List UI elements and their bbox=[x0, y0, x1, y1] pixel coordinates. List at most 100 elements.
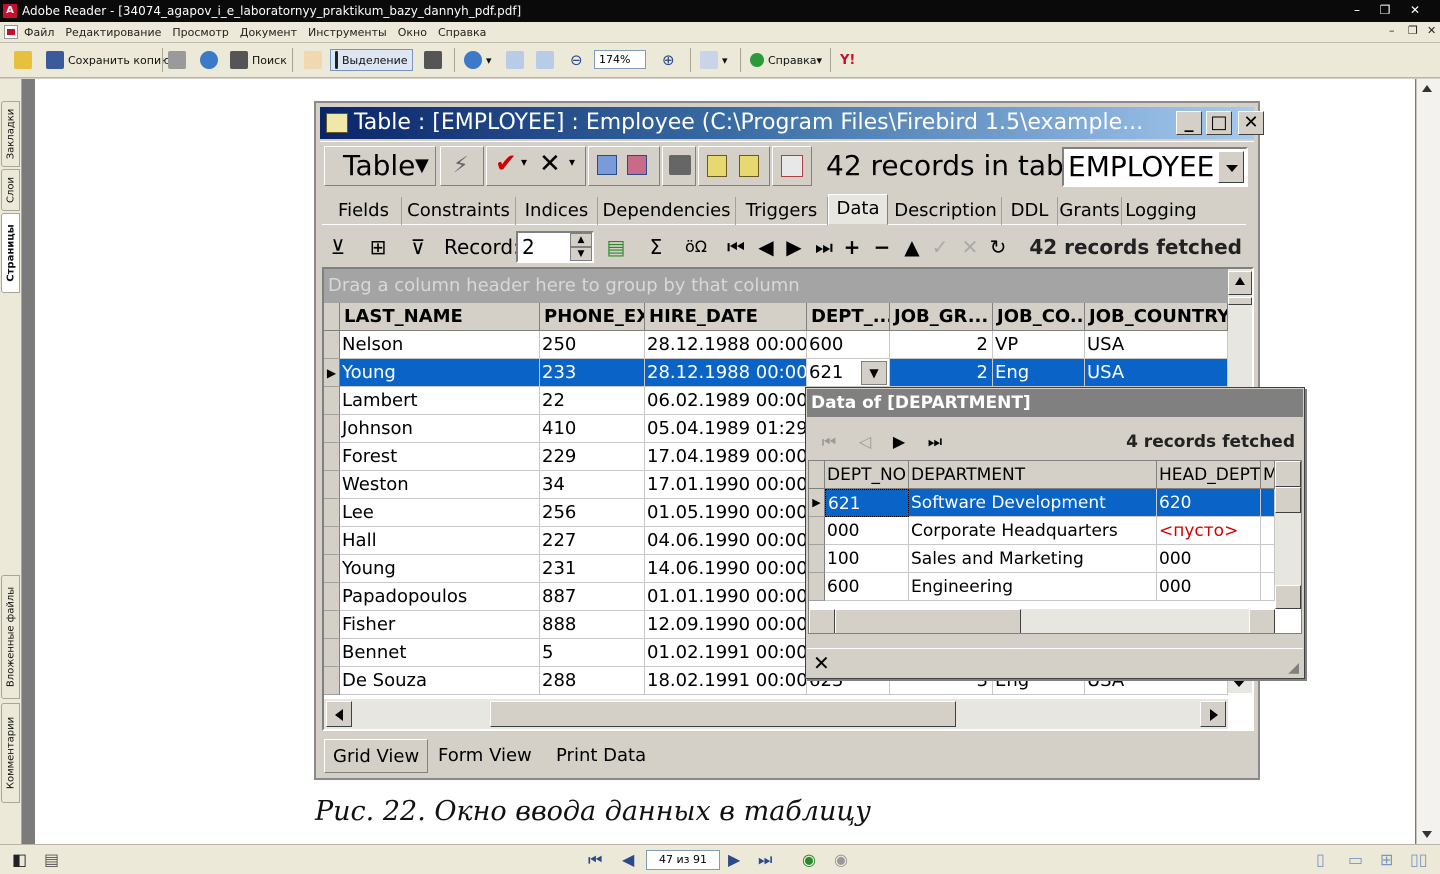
table-cell[interactable]: 288 bbox=[540, 667, 645, 695]
table-cell[interactable]: Hall bbox=[340, 527, 540, 555]
table-filter-icon[interactable]: ⊞ bbox=[366, 235, 390, 259]
popup-cell[interactable] bbox=[1261, 517, 1275, 545]
table-cell[interactable]: 2 bbox=[890, 359, 993, 387]
table-cell[interactable]: Papadopoulos bbox=[340, 583, 540, 611]
delete-record-icon[interactable]: − bbox=[870, 235, 894, 259]
popup-cell[interactable]: 600 bbox=[825, 573, 909, 601]
tab-form-view[interactable]: Form View bbox=[430, 739, 540, 773]
close-button[interactable]: ✕ bbox=[1402, 1, 1428, 20]
last-record-icon[interactable]: ⏭ bbox=[812, 235, 836, 259]
last-page-icon[interactable]: ⏭ bbox=[758, 851, 772, 869]
tab-logging[interactable]: Logging bbox=[1122, 197, 1200, 225]
table-cell[interactable]: 410 bbox=[540, 415, 645, 443]
grid-icon[interactable] bbox=[597, 155, 617, 175]
tab-bookmarks[interactable]: Закладки bbox=[1, 101, 20, 167]
chevron-down-icon[interactable] bbox=[1218, 151, 1244, 183]
cancel-edit-icon[interactable]: ✕ bbox=[958, 235, 982, 259]
table-cell[interactable]: 12.09.1990 00:00 bbox=[645, 611, 807, 639]
hand-tool-button[interactable] bbox=[304, 49, 326, 71]
table-cell[interactable]: USA bbox=[1085, 331, 1228, 359]
tab-attachments[interactable]: Вложенные файлы bbox=[1, 575, 20, 699]
single-page-icon[interactable]: ▯ bbox=[1316, 851, 1325, 869]
facing-icon[interactable]: ⊞ bbox=[1380, 851, 1393, 869]
select-tool-button[interactable]: Выделение bbox=[330, 49, 413, 71]
popup-cell[interactable]: 621 bbox=[825, 489, 909, 517]
help-button[interactable]: Справка ▾ bbox=[750, 49, 822, 71]
prior-record-icon[interactable]: ◀ bbox=[754, 235, 778, 259]
document-scrollbar[interactable] bbox=[1416, 79, 1440, 844]
table-cell[interactable]: 01.05.1990 00:00 bbox=[645, 499, 807, 527]
table-cell[interactable]: 233 bbox=[540, 359, 645, 387]
blob-icon[interactable]: öΩ bbox=[684, 235, 708, 259]
prior-record-icon[interactable]: ◁ bbox=[853, 430, 877, 454]
table-cell[interactable]: 231 bbox=[540, 555, 645, 583]
open-button[interactable] bbox=[14, 49, 36, 71]
column-header[interactable]: LAST_NAME bbox=[340, 303, 540, 331]
popup-column-header[interactable]: HEAD_DEPT bbox=[1157, 461, 1261, 489]
table-cell[interactable]: Johnson bbox=[340, 415, 540, 443]
doc-restore-icon[interactable]: ❐ bbox=[1408, 24, 1418, 37]
lookup-dropdown-button[interactable]: ▼ bbox=[861, 361, 887, 385]
popup-cell[interactable]: Corporate Headquarters bbox=[909, 517, 1157, 545]
doc-minimize-icon[interactable]: – bbox=[1389, 24, 1395, 37]
scroll-thumb[interactable] bbox=[835, 609, 1021, 633]
edit-record-icon[interactable]: ▲ bbox=[900, 235, 924, 259]
rollback-icon[interactable]: ✕ bbox=[539, 149, 561, 179]
table-cell[interactable]: 600 bbox=[807, 331, 890, 359]
popup-cell[interactable] bbox=[1261, 573, 1275, 601]
table-cell[interactable]: Young bbox=[340, 359, 540, 387]
edit-button[interactable] bbox=[772, 146, 812, 186]
fb-close-button[interactable]: ✕ bbox=[1238, 111, 1264, 135]
fit-height-button[interactable] bbox=[506, 49, 528, 71]
table-cell[interactable]: De Souza bbox=[340, 667, 540, 695]
popup-cell[interactable]: 620 bbox=[1157, 489, 1261, 517]
popup-cell[interactable]: 000 bbox=[1157, 573, 1261, 601]
table-cell[interactable]: Nelson bbox=[340, 331, 540, 359]
table-cell[interactable]: 18.02.1991 00:00 bbox=[645, 667, 807, 695]
first-record-icon[interactable]: ⏮ bbox=[817, 430, 841, 454]
table-cell[interactable]: 01.02.1991 00:00 bbox=[645, 639, 807, 667]
previous-page-icon[interactable]: ◀ bbox=[622, 851, 634, 869]
page-layout-button[interactable]: ▾ bbox=[700, 49, 728, 71]
tab-print-data[interactable]: Print Data bbox=[548, 739, 654, 773]
table-cell[interactable]: 887 bbox=[540, 583, 645, 611]
tab-grid-view[interactable]: Grid View bbox=[324, 739, 429, 773]
popup-row[interactable]: ▶ 621 Software Development 620 bbox=[809, 489, 1275, 517]
popup-cell[interactable] bbox=[1261, 545, 1275, 573]
popup-column-header[interactable]: DEPT_NO bbox=[825, 461, 909, 489]
tab-layers[interactable]: Слои bbox=[1, 169, 20, 211]
popup-cell[interactable]: 000 bbox=[1157, 545, 1261, 573]
sum-icon[interactable]: Σ bbox=[644, 235, 668, 259]
table-cell[interactable]: VP bbox=[993, 331, 1085, 359]
insert-record-icon[interactable]: + bbox=[840, 235, 864, 259]
grid-horizontal-scrollbar[interactable] bbox=[324, 699, 1228, 729]
scroll-left-button[interactable] bbox=[326, 701, 352, 727]
commit-icon[interactable]: ✔ bbox=[495, 149, 517, 179]
document-icon[interactable] bbox=[4, 25, 18, 39]
menu-document[interactable]: Документ bbox=[240, 26, 297, 39]
filter-icon[interactable]: ⊻ bbox=[326, 235, 350, 259]
tab-data[interactable]: Data bbox=[828, 194, 888, 225]
tab-dependencies[interactable]: Dependencies bbox=[598, 197, 736, 225]
import-icon[interactable] bbox=[739, 155, 759, 177]
spin-down-icon[interactable]: ▼ bbox=[570, 247, 592, 261]
popup-row[interactable]: 000 Corporate Headquarters <пусто> bbox=[809, 517, 1275, 545]
save-copy-button[interactable]: Сохранить копию bbox=[46, 49, 170, 71]
popup-cell[interactable]: 100 bbox=[825, 545, 909, 573]
minimize-button[interactable]: – bbox=[1344, 1, 1370, 20]
table-cell[interactable]: 14.06.1990 00:00 bbox=[645, 555, 807, 583]
menu-window[interactable]: Окно bbox=[398, 26, 427, 39]
record-number-input[interactable]: 2 ▲ ▼ bbox=[516, 231, 594, 263]
table-cell[interactable]: 01.01.1990 00:00 bbox=[645, 583, 807, 611]
table-cell[interactable]: Lee bbox=[340, 499, 540, 527]
tab-triggers[interactable]: Triggers bbox=[736, 197, 828, 225]
popup-horizontal-scrollbar[interactable] bbox=[809, 609, 1275, 633]
table-cell[interactable]: Lambert bbox=[340, 387, 540, 415]
table-cell[interactable]: 5 bbox=[540, 639, 645, 667]
table-cell[interactable]: 888 bbox=[540, 611, 645, 639]
scroll-left-button[interactable] bbox=[809, 609, 835, 633]
snapshot-button[interactable] bbox=[424, 49, 446, 71]
scroll-thumb[interactable] bbox=[1228, 297, 1252, 305]
table-cell[interactable]: 256 bbox=[540, 499, 645, 527]
print-table-button[interactable] bbox=[662, 146, 696, 186]
